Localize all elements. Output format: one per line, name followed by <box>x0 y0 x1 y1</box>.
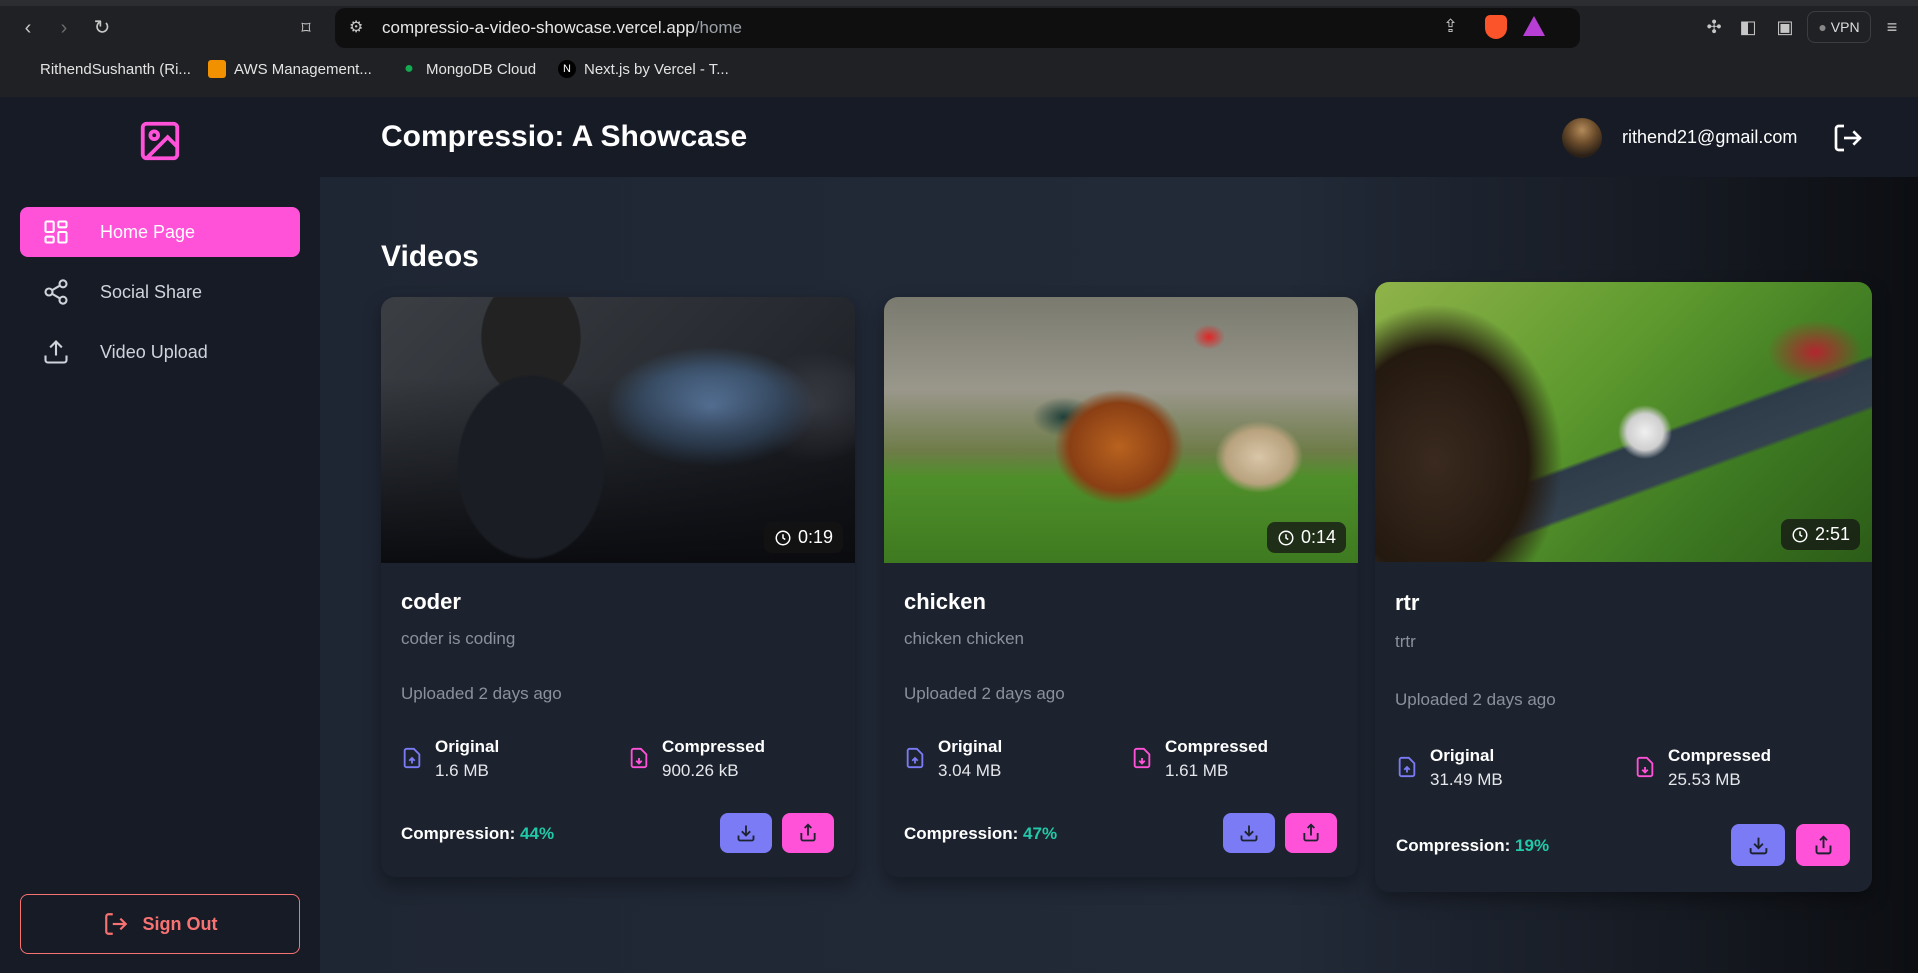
vpn-button[interactable]: ● VPN <box>1807 11 1871 43</box>
video-description: chicken chicken <box>904 629 1025 648</box>
app-header: Compressio: A Showcase rithend21@gmail.c… <box>320 97 1918 177</box>
sidebar-item-label: Home Page <box>100 221 196 242</box>
clock-icon <box>775 530 791 545</box>
upload-date: Uploaded 2 days ago <box>904 684 1065 703</box>
video-title: chicken <box>904 589 986 614</box>
share-button[interactable] <box>782 813 834 853</box>
compression-stat: Compression: 19% <box>1396 836 1550 855</box>
video-description: coder is coding <box>401 629 516 648</box>
compression-stat: Compression: 47% <box>904 824 1058 843</box>
url-text[interactable]: compressio-a-video-showcase.vercel.app/h… <box>382 18 742 38</box>
download-button[interactable] <box>1731 824 1785 866</box>
share-page-icon[interactable]: ⇪ <box>1443 16 1458 37</box>
share-upload-icon <box>800 823 816 842</box>
video-title: rtr <box>1395 590 1420 615</box>
reload-icon[interactable]: ↻ <box>88 14 116 42</box>
wallet-icon[interactable]: ▣ <box>1772 14 1798 40</box>
duration-badge: 0:14 <box>1266 522 1346 553</box>
extensions-icon[interactable]: ✣ <box>1701 14 1727 40</box>
compressed-size: Compressed 1.61 MB <box>1131 737 1268 781</box>
image-logo-icon[interactable] <box>137 118 183 164</box>
download-button[interactable] <box>720 813 772 853</box>
original-size: Original 31.49 MB <box>1396 746 1503 790</box>
avatar[interactable] <box>1562 118 1602 158</box>
upload-date: Uploaded 2 days ago <box>1395 690 1556 709</box>
compressed-size: Compressed 25.53 MB <box>1634 746 1771 790</box>
download-icon <box>1240 825 1258 842</box>
main-content: Videos 0:19 coder coder is coding Upload… <box>320 177 1918 973</box>
file-download-icon <box>1636 756 1654 778</box>
sidebar-item-home[interactable]: Home Page <box>20 207 300 257</box>
original-size: Original 3.04 MB <box>904 737 1002 781</box>
brave-shield-icon[interactable] <box>1485 15 1507 39</box>
dashboard-icon <box>40 216 72 248</box>
bookmark-mongodb[interactable]: ● MongoDB Cloud <box>400 60 536 78</box>
bookmark-icon[interactable]: ⌑ <box>292 14 320 42</box>
user-email: rithend21@gmail.com <box>1622 127 1798 147</box>
clock-icon <box>1278 530 1294 545</box>
compression-stat: Compression: 44% <box>401 824 555 843</box>
page-title[interactable]: Compressio: A Showcase <box>381 120 747 154</box>
duration-badge: 0:19 <box>763 522 843 553</box>
upload-icon <box>40 336 72 368</box>
bookmark-vercel[interactable]: N Next.js by Vercel - T... <box>558 60 729 78</box>
sign-out-button[interactable]: Sign Out <box>20 894 300 954</box>
sidebar-item-video-upload[interactable]: Video Upload <box>20 327 300 377</box>
nextjs-icon: N <box>558 60 576 78</box>
file-download-icon <box>630 747 648 769</box>
bookmarks-bar: RithendSushanth (Ri... AWS Management...… <box>0 58 1918 86</box>
github-icon <box>14 60 32 78</box>
back-icon[interactable]: ‹ <box>14 14 42 42</box>
file-upload-icon <box>403 747 421 769</box>
share-button[interactable] <box>1285 813 1337 853</box>
mongodb-icon: ● <box>404 60 414 77</box>
sidebar-item-social-share[interactable]: Social Share <box>20 267 300 317</box>
video-description: trtr <box>1395 632 1416 651</box>
sidebar-toggle-icon[interactable]: ◧ <box>1735 14 1761 40</box>
sidebar: Home Page Social Share Video Upload Sign… <box>0 97 320 973</box>
address-bar[interactable]: ⚙ compressio-a-video-showcase.vercel.app… <box>335 8 1580 48</box>
bookmark-aws[interactable]: AWS Management... <box>208 60 372 78</box>
original-size: Original 1.6 MB <box>401 737 499 781</box>
video-card[interactable]: 2:51 rtr trtr Uploaded 2 days ago Origin… <box>1375 282 1872 892</box>
tab-strip <box>0 0 1918 6</box>
clock-icon <box>1792 527 1808 542</box>
download-icon <box>1749 837 1767 854</box>
share-icon <box>40 276 72 308</box>
logout-icon[interactable] <box>1832 122 1864 154</box>
sidebar-item-label: Video Upload <box>100 341 208 362</box>
forward-icon[interactable]: › <box>50 14 78 42</box>
sign-out-label: Sign Out <box>142 913 218 934</box>
menu-icon[interactable]: ≡ <box>1879 14 1905 40</box>
section-title: Videos <box>381 240 479 273</box>
video-title: coder <box>401 589 461 614</box>
video-card[interactable]: 0:19 coder coder is coding Uploaded 2 da… <box>381 297 855 877</box>
download-button[interactable] <box>1223 813 1275 853</box>
file-upload-icon <box>1398 756 1416 778</box>
compressed-size: Compressed 900.26 kB <box>628 737 765 781</box>
upload-date: Uploaded 2 days ago <box>401 684 562 703</box>
sidebar-item-label: Social Share <box>100 281 203 302</box>
browser-chrome: ‹ › ↻ ⌑ ⚙ compressio-a-video-showcase.ve… <box>0 0 1918 97</box>
aws-icon <box>208 60 226 78</box>
site-info-icon[interactable]: ⚙ <box>349 17 363 37</box>
file-download-icon <box>1133 747 1151 769</box>
logout-icon <box>104 913 127 935</box>
share-upload-icon <box>1815 834 1831 854</box>
video-card[interactable]: 0:14 chicken chicken chicken Uploaded 2 … <box>884 297 1358 877</box>
share-upload-icon <box>1303 823 1319 842</box>
download-icon <box>737 825 755 842</box>
brave-rewards-icon[interactable] <box>1523 16 1545 36</box>
bookmark-github[interactable]: RithendSushanth (Ri... <box>14 60 191 78</box>
file-upload-icon <box>906 747 924 769</box>
share-button[interactable] <box>1796 824 1850 866</box>
duration-badge: 2:51 <box>1780 519 1860 550</box>
